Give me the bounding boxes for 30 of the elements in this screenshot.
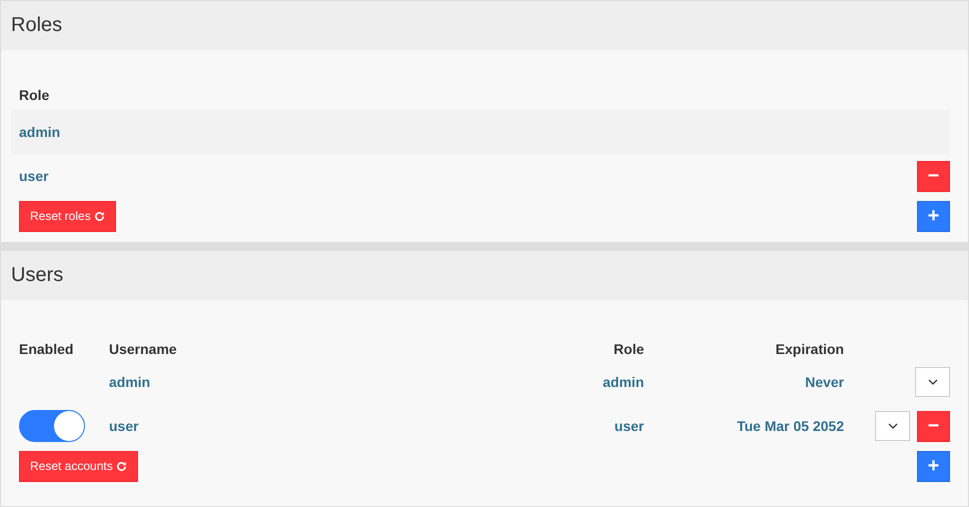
role-link[interactable]: admin <box>19 124 60 140</box>
column-header: Role <box>19 87 50 103</box>
remove-button[interactable]: − <box>917 160 950 192</box>
dropdown-button[interactable] <box>875 410 910 440</box>
column-header: Role <box>612 341 644 357</box>
panel-title: Users <box>11 264 64 287</box>
toggle-switch[interactable] <box>19 410 85 442</box>
column-header: Username <box>109 341 178 357</box>
expiration-text: Never <box>804 374 844 390</box>
role-row[interactable]: admin <box>11 110 950 154</box>
dropdown-button[interactable] <box>915 367 950 397</box>
reset-button[interactable]: Reset roles <box>19 200 116 232</box>
column-header: Expiration <box>774 341 844 357</box>
remove-button[interactable]: − <box>917 410 950 442</box>
refresh-icon <box>94 210 105 222</box>
refresh-icon <box>116 460 127 472</box>
chevron-down-icon <box>888 422 898 428</box>
role-link[interactable]: user <box>19 168 49 184</box>
username-link[interactable]: admin <box>109 374 484 390</box>
role-link[interactable]: user <box>484 418 644 434</box>
chevron-down-icon <box>928 379 938 385</box>
add-button[interactable]: + <box>917 200 950 232</box>
expiration-text: Tue Mar 05 2052 <box>736 418 844 434</box>
column-header: Enabled <box>19 341 74 357</box>
panel-title: Roles <box>11 14 62 37</box>
role-row[interactable]: user − <box>11 154 950 198</box>
role-link[interactable]: admin <box>484 374 644 390</box>
username-link[interactable]: user <box>109 418 484 434</box>
add-button[interactable]: + <box>917 450 950 482</box>
reset-button[interactable]: Reset accounts <box>19 450 138 482</box>
